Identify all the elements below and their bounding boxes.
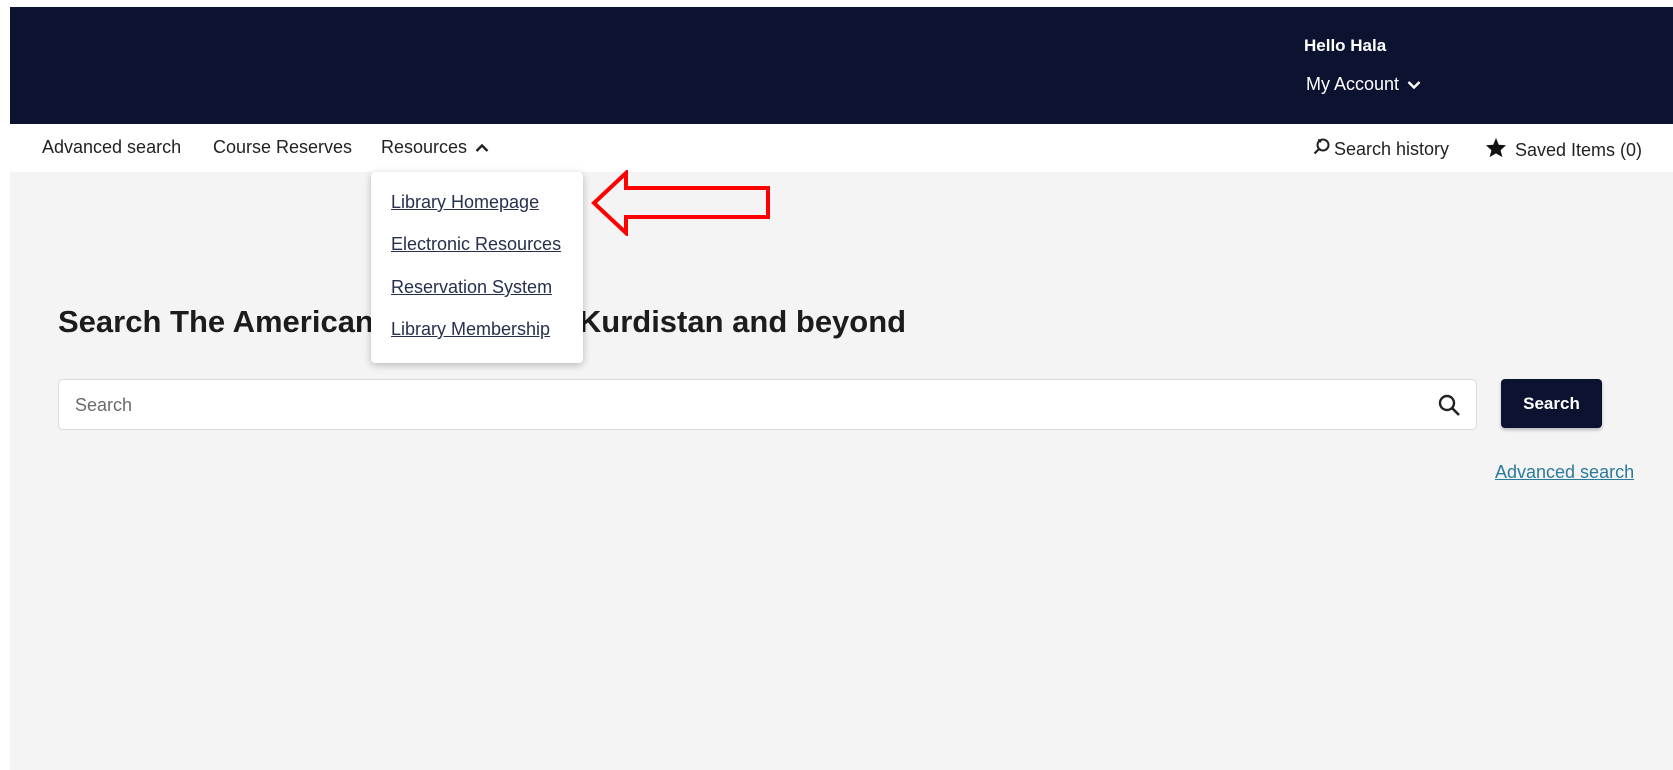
my-account-label: My Account xyxy=(1306,74,1400,94)
main-content: Search The American University of Kurdis… xyxy=(10,172,1673,770)
nav-course-reserves[interactable]: Course Reserves xyxy=(213,137,352,158)
search-history-label: Search history xyxy=(1334,139,1450,159)
my-account-button[interactable]: My Account xyxy=(1306,74,1421,95)
chevron-down-icon xyxy=(1407,80,1421,90)
nav-search-history[interactable]: Search history xyxy=(1312,137,1449,162)
nav-resources[interactable]: Resources xyxy=(381,137,489,158)
menu-item-library-membership[interactable]: Library Membership xyxy=(391,319,550,340)
nav-resources-label: Resources xyxy=(381,137,468,157)
star-icon xyxy=(1485,137,1507,163)
nav-saved-items[interactable]: Saved Items (0) xyxy=(1485,137,1642,163)
nav-bar: Advanced search Course Reserves Resource… xyxy=(10,124,1673,172)
search-icon[interactable] xyxy=(1437,393,1461,422)
search-input[interactable] xyxy=(73,380,1407,431)
chevron-up-icon xyxy=(475,137,489,158)
menu-item-electronic-resources[interactable]: Electronic Resources xyxy=(391,234,561,255)
user-greeting: Hello Hala xyxy=(1304,36,1387,55)
top-header: Hello Hala My Account xyxy=(10,7,1673,124)
resources-dropdown-menu: Library Homepage Electronic Resources Re… xyxy=(371,172,583,363)
search-button[interactable]: Search xyxy=(1501,379,1602,428)
menu-item-reservation-system[interactable]: Reservation System xyxy=(391,277,552,298)
advanced-search-link[interactable]: Advanced search xyxy=(1495,462,1634,483)
left-arrow-annotation xyxy=(591,168,771,241)
menu-item-library-homepage[interactable]: Library Homepage xyxy=(391,192,539,213)
search-box xyxy=(58,379,1477,431)
history-search-icon xyxy=(1312,137,1332,162)
saved-items-label: Saved Items (0) xyxy=(1515,139,1643,160)
nav-advanced-search[interactable]: Advanced search xyxy=(42,137,181,158)
